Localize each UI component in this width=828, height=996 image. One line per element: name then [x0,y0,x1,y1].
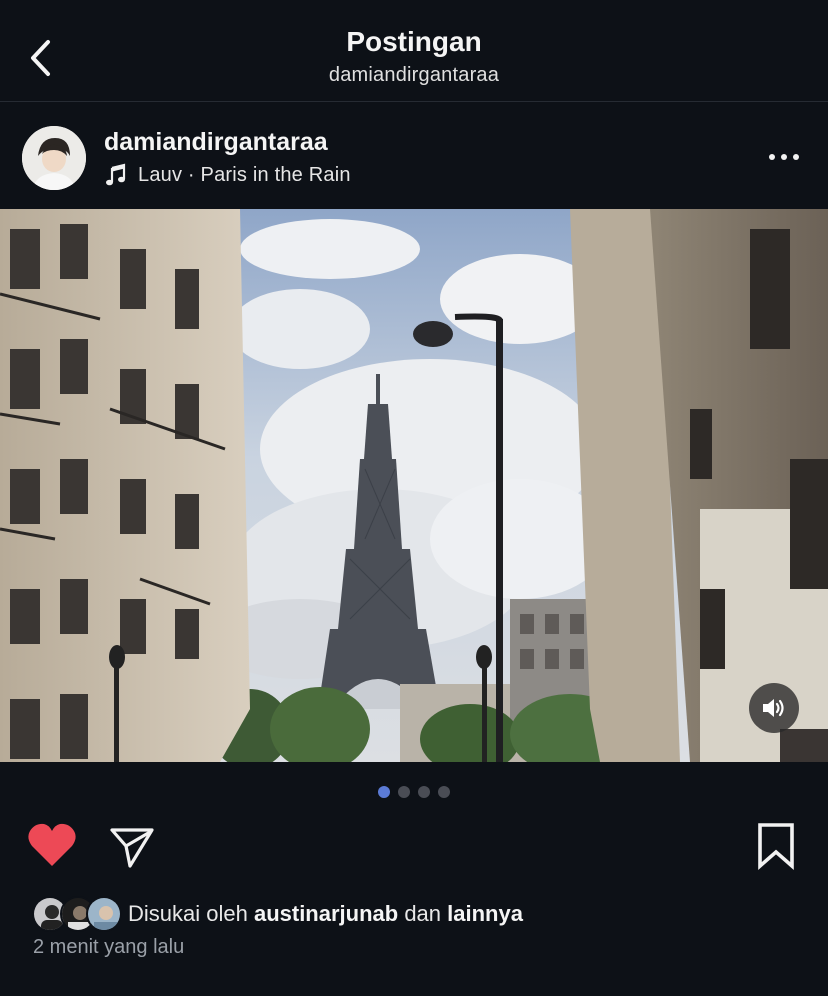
liker-avatars[interactable] [32,896,122,932]
likes-text: Disukai oleh austinarjunab dan lainnya [128,901,523,927]
music-label: Lauv · Paris in the Rain [138,163,351,186]
post-timestamp: 2 menit yang lalu [33,936,185,958]
liker-username-link[interactable]: austinarjunab [254,901,398,926]
more-options-button[interactable] [762,141,806,173]
likes-summary[interactable]: Disukai oleh austinarjunab dan lainnya [32,896,523,932]
carousel-dot-active[interactable] [378,786,390,798]
bookmark-icon [758,823,794,870]
speaker-icon [763,699,784,717]
top-bar: Postingan damiandirgantaraa [0,0,828,102]
like-button[interactable] [26,822,78,870]
avatar-image [22,126,86,190]
post-header: damiandirgantaraa Lauv · Paris in the Ra… [0,103,828,209]
carousel-dot[interactable] [438,786,450,798]
likes-others-link[interactable]: lainnya [447,901,523,926]
more-horizontal-icon [769,154,775,160]
music-note-icon [106,163,126,186]
save-button[interactable] [752,820,800,872]
paper-plane-icon [110,828,154,868]
share-button[interactable] [106,822,158,870]
post-image [0,209,828,762]
carousel-indicator [378,786,450,798]
likes-prefix: Disukai oleh [128,901,254,926]
sound-toggle-button[interactable] [749,683,799,733]
carousel-dot[interactable] [398,786,410,798]
post-username[interactable]: damiandirgantaraa [104,128,328,157]
page-subtitle: damiandirgantaraa [328,64,500,86]
avatar[interactable] [22,126,86,190]
carousel-dot[interactable] [418,786,430,798]
heart-icon [28,823,76,866]
page-title: Postingan [346,26,482,57]
music-info[interactable]: Lauv · Paris in the Rain [104,163,351,187]
likes-connector: dan [398,901,448,926]
post-photo[interactable] [0,209,828,762]
avatar [86,896,122,932]
